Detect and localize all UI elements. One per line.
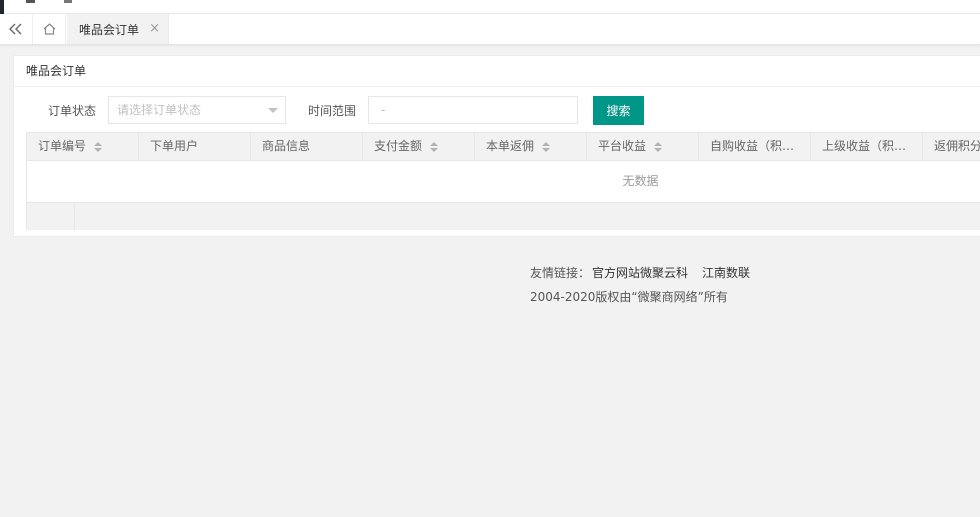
close-icon[interactable]: × [149,22,160,35]
sort-icon[interactable] [542,142,550,152]
column-order-user: 下单用户 [139,133,251,161]
column-label: 平台收益 [598,139,647,153]
order-status-label: 订单状态 [48,104,97,118]
link-official-site[interactable]: 官方网站微聚云科 [592,266,688,280]
column-label: 本单返佣 [486,139,535,153]
column-label: 上级收益（积… [822,139,907,153]
column-rebate-points: 返佣积分 [923,133,980,161]
home-tab-button[interactable] [33,14,66,44]
column-product-info: 商品信息 [251,133,363,161]
table-footer [27,203,980,230]
time-range-label: 时间范围 [308,104,357,118]
time-range-input[interactable]: - [368,96,578,124]
column-label: 自购收益（积… [710,139,795,153]
home-icon [43,23,55,35]
chevron-down-icon [268,108,278,113]
column-order-number[interactable]: 订单编号 [27,133,139,161]
tab-vip-orders[interactable]: 唯品会订单 × [67,14,169,44]
tab-bar: 唯品会订单 × [0,14,980,45]
empty-text: 无数据 [622,174,659,188]
column-platform-earnings[interactable]: 平台收益 [587,133,699,161]
sort-icon[interactable] [430,142,438,152]
column-parent-earnings: 上级收益（积… [811,133,923,161]
search-button-label: 搜索 [606,104,631,118]
column-label: 订单编号 [38,139,87,153]
header-item-fragment [64,0,72,3]
table-footer-cell [27,203,75,230]
sort-icon[interactable] [94,142,102,152]
double-chevron-left-icon [9,23,22,35]
column-label: 支付金额 [374,139,423,153]
sort-icon[interactable] [654,142,662,152]
orders-card: 唯品会订单 订单状态 请选择订单状态 时间范围 - 搜索 订单编号 下单用户 商… [13,55,980,237]
orders-table: 订单编号 下单用户 商品信息 支付金额 本单返佣 平台收益 自购收益（积… 上级… [26,132,980,230]
sidebar-edge [0,0,4,14]
card-title: 唯品会订单 [14,56,980,87]
collapse-sidebar-button[interactable] [0,14,33,44]
column-label: 下单用户 [150,139,199,153]
column-label: 返佣积分 [934,139,980,153]
link-jiangnan[interactable]: 江南数联 [702,266,750,280]
column-self-earnings: 自购收益（积… [699,133,811,161]
search-button[interactable]: 搜索 [593,96,644,125]
friend-links: 友情链接： 官方网站微聚云科 江南数联 [530,264,750,281]
tab-label: 唯品会订单 [79,22,140,37]
time-range-value: - [381,103,386,117]
order-status-placeholder: 请选择订单状态 [117,103,202,117]
column-label: 商品信息 [262,139,311,153]
order-status-select[interactable]: 请选择订单状态 [108,96,286,124]
column-commission[interactable]: 本单返佣 [475,133,587,161]
column-pay-amount[interactable]: 支付金额 [363,133,475,161]
friend-links-label: 友情链接： [530,266,591,280]
table-header: 订单编号 下单用户 商品信息 支付金额 本单返佣 平台收益 自购收益（积… 上级… [27,133,980,161]
top-header-bar [0,0,980,14]
header-item-fragment [26,0,35,3]
copyright-text: 2004-2020版权由“微聚商网络”所有 [530,290,728,304]
empty-state: 无数据 [27,161,980,203]
